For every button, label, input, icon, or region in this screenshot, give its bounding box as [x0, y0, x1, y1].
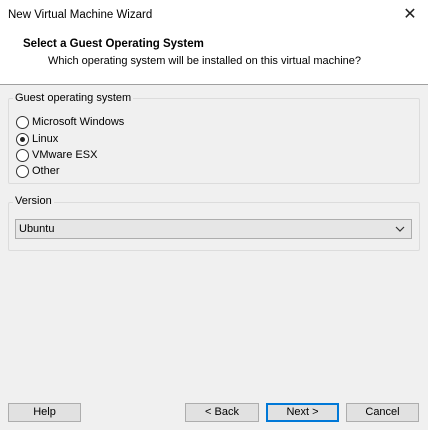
radio-button[interactable] [16, 148, 29, 162]
wizard-header: Select a Guest Operating System Which op… [0, 30, 428, 85]
version-select[interactable]: Ubuntu [15, 219, 412, 239]
radio-label: Other [32, 165, 60, 177]
page-title: Select a Guest Operating System [23, 38, 204, 50]
cancel-button[interactable]: Cancel [346, 403, 419, 422]
radio-label: VMware ESX [32, 149, 98, 161]
page-subtitle: Which operating system will be installed… [48, 55, 362, 67]
radio-button[interactable] [16, 164, 29, 178]
close-icon[interactable]: ✕ [396, 4, 424, 26]
guest-os-group [8, 98, 420, 184]
help-button[interactable]: Help [8, 403, 81, 422]
radio-linux[interactable]: Linux [16, 131, 58, 147]
radio-other[interactable]: Other [16, 163, 60, 179]
back-button[interactable]: < Back [185, 403, 259, 422]
radio-microsoft-windows[interactable]: Microsoft Windows [16, 114, 124, 130]
title-bar: New Virtual Machine Wizard ✕ [0, 0, 428, 30]
radio-vmware-esx[interactable]: VMware ESX [16, 147, 97, 163]
radio-label: Linux [32, 133, 59, 145]
radio-button[interactable] [16, 115, 29, 129]
radio-button[interactable] [16, 132, 29, 146]
radio-label: Microsoft Windows [32, 116, 125, 128]
next-button[interactable]: Next > [266, 403, 339, 422]
version-group-label: Version [13, 195, 54, 207]
version-selected-value: Ubuntu [19, 223, 55, 235]
window-title: New Virtual Machine Wizard [8, 9, 153, 21]
guest-os-group-label: Guest operating system [13, 92, 134, 104]
chevron-down-icon[interactable] [395, 221, 405, 242]
